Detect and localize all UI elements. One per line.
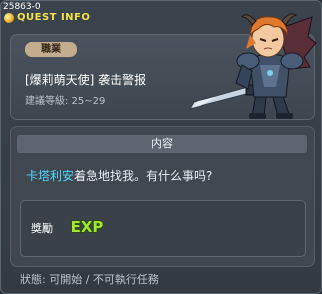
quest-orb-icon bbox=[4, 13, 14, 23]
quest-content-panel: 内容 卡塔利安着急地找我。有什么事吗? 獎勵 EXP bbox=[10, 126, 315, 267]
npc-name[interactable]: 卡塔利安 bbox=[26, 169, 74, 183]
reward-label: 獎勵 bbox=[31, 222, 53, 235]
exp-reward-text: EXP bbox=[71, 218, 104, 236]
quest-name: [爆莉萌天使] 袭击警报 bbox=[25, 73, 147, 87]
quest-id-label: 25863-0 bbox=[3, 2, 41, 12]
exp-reward-icon[interactable]: EXP bbox=[67, 214, 107, 238]
content-header: 内容 bbox=[17, 135, 307, 153]
quest-info-window: 25863-0 QUEST INFO 職業 [爆莉萌天使] 袭击警报 建議等級:… bbox=[0, 0, 322, 294]
quest-dialog: 卡塔利安着急地找我。有什么事吗? bbox=[26, 167, 212, 184]
dialog-text: 着急地找我。有什么事吗? bbox=[74, 169, 213, 183]
npc-character-illustration bbox=[188, 13, 317, 119]
reward-box: 獎勵 EXP bbox=[20, 200, 306, 257]
quest-status: 狀態: 可開始 / 不可執行任務 bbox=[20, 273, 159, 286]
job-badge: 職業 bbox=[25, 42, 77, 57]
window-title: QUEST INFO bbox=[17, 12, 91, 23]
recommended-level: 建議等級: 25~29 bbox=[25, 96, 106, 107]
